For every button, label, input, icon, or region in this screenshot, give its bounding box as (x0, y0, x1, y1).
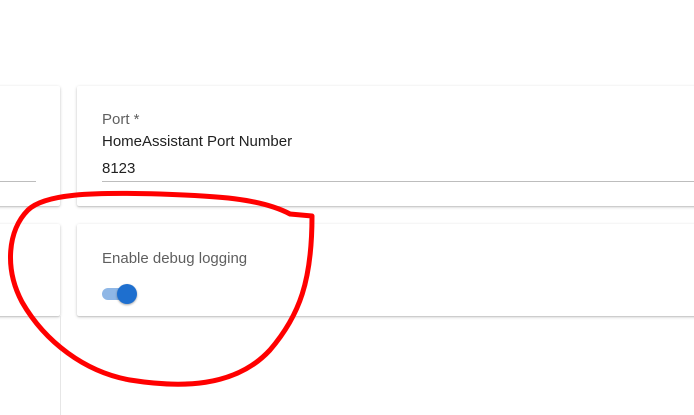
debug-logging-toggle[interactable] (102, 284, 138, 304)
left-column-divider (60, 316, 61, 415)
port-field-label: Port * (102, 111, 140, 128)
port-setting-card: Port * HomeAssistant Port Number 8123 (77, 86, 694, 206)
port-field-description: HomeAssistant Port Number (102, 133, 293, 150)
port-input[interactable]: 8123 (102, 158, 662, 180)
red-circle-annotation (8, 190, 315, 387)
debug-logging-card: Enable debug logging (77, 224, 694, 316)
settings-page: Port * HomeAssistant Port Number 8123 En… (0, 0, 694, 415)
left-field-underline (0, 181, 36, 182)
left-card-partial-lower (0, 224, 60, 316)
toggle-thumb (117, 284, 137, 304)
left-card-partial (0, 86, 60, 206)
debug-logging-label: Enable debug logging (102, 250, 248, 267)
port-input-underline (102, 181, 694, 182)
